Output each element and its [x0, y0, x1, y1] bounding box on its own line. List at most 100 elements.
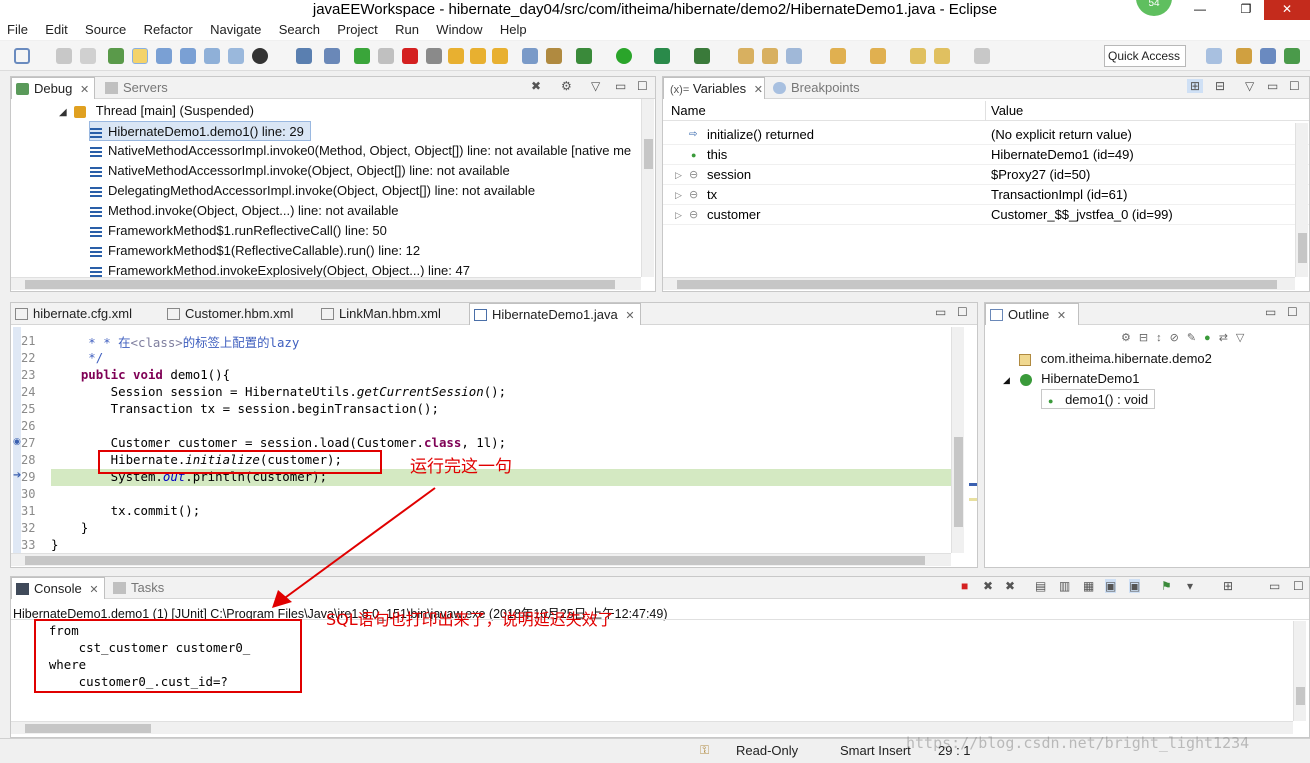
expand-arrow-icon[interactable]: ◢ [1003, 375, 1010, 385]
tab-hibernate-cfg[interactable]: hibernate.cfg.xml [11, 303, 155, 325]
variables-horizontal-scrollbar[interactable] [663, 277, 1295, 290]
external-tools-icon[interactable] [546, 48, 562, 64]
minimize-view-icon[interactable]: ▭ [615, 79, 626, 93]
scroll-thumb[interactable] [954, 437, 963, 527]
close-icon[interactable]: ✕ [754, 84, 763, 96]
menu-edit[interactable]: Edit [38, 20, 74, 40]
maximize-view-icon[interactable]: ☐ [957, 305, 968, 319]
forward-icon[interactable] [974, 48, 990, 64]
suspend-icon[interactable] [378, 48, 394, 64]
stack-frame-5[interactable]: FrameworkMethod$1.runReflectiveCall() li… [90, 221, 387, 241]
previous-annotation-icon[interactable] [870, 48, 886, 64]
hide-static-icon[interactable]: ⊘ [1170, 332, 1187, 344]
tab-tasks[interactable]: Tasks [109, 577, 179, 599]
block-select-icon[interactable] [228, 48, 244, 64]
menu-project[interactable]: Project [330, 20, 384, 40]
display-console-icon[interactable]: ▾ [1187, 579, 1193, 593]
skip-breakpoints-icon[interactable] [108, 48, 124, 64]
editor-horizontal-scrollbar[interactable] [11, 553, 951, 566]
close-icon[interactable]: ✕ [1057, 310, 1066, 322]
quick-access-input[interactable]: Quick Access [1104, 45, 1186, 67]
show-on-stderr-icon[interactable]: ▣ [1129, 579, 1141, 593]
scroll-thumb[interactable] [1296, 687, 1305, 705]
tab-breakpoints[interactable]: Breakpoints [769, 77, 879, 99]
hide-fields-icon[interactable]: ⚙ [1121, 332, 1139, 344]
step-into-icon[interactable] [448, 48, 464, 64]
open-project-icon[interactable] [762, 48, 778, 64]
variable-row-customer[interactable]: ▷ ⊖ customer Customer_$$_jvstfea_0 (id=9… [663, 205, 1309, 225]
stack-frame-6[interactable]: FrameworkMethod$1(ReflectiveCallable).ru… [90, 241, 420, 261]
open-perspective-icon[interactable] [1206, 48, 1222, 64]
step-return-icon[interactable] [492, 48, 508, 64]
sort-icon[interactable]: ↕ [1156, 332, 1170, 344]
close-icon[interactable]: ✕ [80, 84, 89, 96]
collapse-icon[interactable]: ⊟ [1139, 332, 1156, 344]
step-over-icon[interactable] [470, 48, 486, 64]
debug-perspective-icon[interactable] [1284, 48, 1300, 64]
code-line-22[interactable]: */ [51, 350, 103, 365]
editor-vertical-scrollbar[interactable] [951, 327, 964, 553]
view-menu-icon[interactable]: ▽ [591, 79, 600, 93]
terminate-icon[interactable]: ■ [961, 579, 968, 593]
java-perspective-icon[interactable] [1260, 48, 1276, 64]
variable-row-tx[interactable]: ▷ ⊖ tx TransactionImpl (id=61) [663, 185, 1309, 205]
hide-local-types-icon[interactable]: ● [1204, 332, 1219, 344]
open-folder-icon[interactable] [738, 48, 754, 64]
scroll-thumb[interactable] [677, 280, 1277, 289]
debug-vertical-scrollbar[interactable] [641, 99, 654, 277]
code-line-31[interactable]: tx.commit(); [51, 503, 201, 518]
collapse-all-icon[interactable]: ⊟ [1215, 79, 1225, 93]
use-step-filters-icon[interactable] [522, 48, 538, 64]
overview-ruler-mark[interactable] [969, 498, 977, 501]
minimize-view-icon[interactable]: ▭ [1265, 305, 1276, 319]
menu-source[interactable]: Source [78, 20, 133, 40]
tab-servers[interactable]: Servers [101, 77, 191, 99]
scroll-thumb[interactable] [644, 139, 653, 169]
open-type-icon[interactable] [156, 48, 172, 64]
variables-vertical-scrollbar[interactable] [1295, 123, 1308, 277]
coverage-icon[interactable] [654, 48, 670, 64]
drop-frame-icon[interactable] [324, 48, 340, 64]
scroll-thumb[interactable] [25, 556, 925, 565]
stack-frame-2[interactable]: NativeMethodAccessorImpl.invoke(Object, … [90, 161, 510, 181]
code-line-24[interactable]: Session session = HibernateUtils.getCurr… [51, 384, 506, 399]
maximize-view-icon[interactable]: ☐ [1293, 579, 1304, 593]
remove-terminated-icon[interactable]: ✖ [531, 79, 541, 93]
remove-all-icon[interactable]: ✖ [1005, 579, 1015, 593]
close-icon[interactable]: ✕ [625, 310, 634, 322]
tab-console[interactable]: Console ✕ [11, 577, 105, 599]
code-line-33[interactable]: } [51, 537, 58, 552]
pin-console-icon[interactable]: ⚑ [1161, 579, 1172, 593]
close-button[interactable]: ✕ [1264, 0, 1310, 20]
overview-ruler-mark[interactable] [969, 483, 977, 486]
search-icon[interactable] [786, 48, 802, 64]
outline-package[interactable]: com.itheima.hibernate.demo2 [1019, 349, 1212, 369]
code-line-25[interactable]: Transaction tx = session.beginTransactio… [51, 401, 439, 416]
disconnect-icon[interactable] [426, 48, 442, 64]
show-type-names-icon[interactable]: ⊞ [1187, 79, 1204, 93]
maximize-view-icon[interactable]: ☐ [1287, 305, 1298, 319]
scroll-thumb[interactable] [1298, 233, 1307, 263]
close-icon[interactable]: ✕ [89, 584, 98, 596]
tab-customer-hbm[interactable]: Customer.hbm.xml [163, 303, 313, 325]
open-console-icon[interactable]: ⊞ [1223, 579, 1233, 593]
console-icon[interactable] [296, 48, 312, 64]
console-vertical-scrollbar[interactable] [1293, 621, 1306, 721]
stack-frame-0[interactable]: HibernateDemo1.demo1() line: 29 [89, 121, 311, 141]
scroll-lock-icon[interactable]: ▥ [1059, 579, 1070, 593]
expand-arrow-icon[interactable]: ◢ [59, 107, 67, 118]
code-line-32[interactable]: } [51, 520, 88, 535]
java-ee-perspective-icon[interactable] [1236, 48, 1252, 64]
column-value[interactable]: Value [991, 101, 1023, 121]
breakpoint-marker-icon[interactable]: ◉ [13, 436, 21, 447]
code-line-27[interactable]: Customer customer = session.load(Custome… [51, 435, 506, 450]
expand-arrow-icon[interactable]: ▷ [675, 205, 682, 225]
open-task-icon[interactable] [180, 48, 196, 64]
variable-row-this[interactable]: ● this HibernateDemo1 (id=49) [663, 145, 1309, 165]
restore-button[interactable]: ❐ [1226, 0, 1266, 20]
tab-debug[interactable]: Debug ✕ [11, 77, 95, 99]
minimize-view-icon[interactable]: ▭ [1269, 579, 1280, 593]
highlight-icon[interactable] [132, 48, 148, 64]
maximize-view-icon[interactable]: ☐ [637, 79, 648, 93]
resume-icon[interactable] [354, 48, 370, 64]
